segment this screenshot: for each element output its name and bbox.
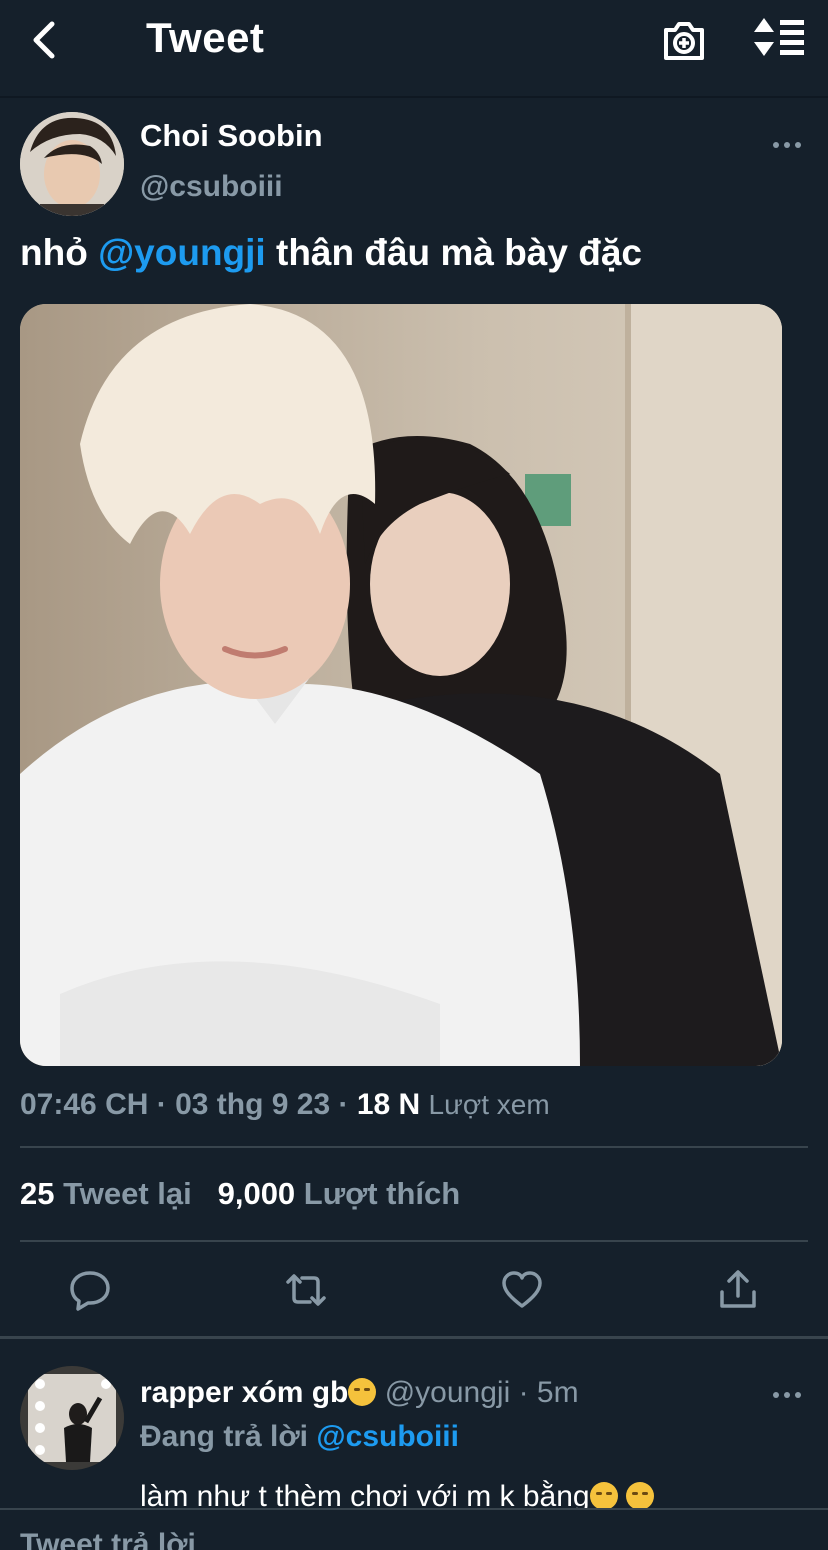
like-button[interactable]	[500, 1268, 544, 1312]
tweet-mention-link[interactable]: @youngji	[98, 232, 266, 273]
author-handle[interactable]: @csuboiii	[140, 170, 283, 204]
reply-author-avatar[interactable]	[20, 1366, 124, 1470]
more-dots-icon	[773, 1392, 801, 1398]
camera-plus-icon	[664, 22, 704, 60]
more-options-button[interactable]	[770, 130, 804, 160]
tweet-detail-screen: Tweet Choi Soobin @csuboiii nhỏ @youngji…	[0, 0, 828, 1550]
replying-to-handle[interactable]: @csuboiii	[316, 1420, 459, 1453]
camera-button[interactable]	[660, 16, 708, 64]
divider	[20, 1146, 808, 1148]
tweet-text: nhỏ @youngji thân đâu mà bày đặc	[20, 232, 642, 274]
replying-to-label: Đang trả lời	[140, 1420, 309, 1453]
section-divider	[0, 1336, 828, 1339]
retweet-icon	[286, 1274, 326, 1306]
tweet-text-after: thân đâu mà bày đặc	[265, 232, 642, 273]
top-bar: Tweet	[0, 0, 828, 98]
heart-icon	[502, 1271, 542, 1308]
reply-compose-placeholder: Tweet trả lời	[20, 1528, 196, 1550]
chevron-left-icon	[33, 21, 55, 59]
page-title: Tweet	[146, 14, 265, 61]
reply-more-options-button[interactable]	[770, 1380, 804, 1410]
views-label: Lượt xem	[428, 1089, 550, 1120]
likes-label[interactable]: Lượt thích	[304, 1176, 460, 1211]
share-icon	[720, 1270, 756, 1308]
tweet-stats: 25 Tweet lại 9,000 Lượt thích	[20, 1176, 460, 1212]
smirk-emoji-icon	[625, 1482, 654, 1510]
reply-button[interactable]	[68, 1268, 112, 1312]
share-button[interactable]	[716, 1268, 760, 1312]
author-avatar-photo	[20, 112, 124, 216]
reply-compose-bar[interactable]: Tweet trả lời	[0, 1508, 828, 1550]
retweets-label[interactable]: Tweet lại	[63, 1176, 192, 1211]
reply-avatar-photo	[20, 1366, 124, 1470]
reply-author-handle[interactable]: @youngji	[385, 1376, 511, 1409]
retweet-button[interactable]	[284, 1268, 328, 1312]
more-dots-icon	[773, 142, 801, 148]
sort-list-icon	[754, 18, 804, 56]
back-button[interactable]	[26, 18, 66, 62]
tweet-photo-image	[20, 304, 782, 1066]
views-count: 18 N	[356, 1088, 421, 1121]
reply-time: 5m	[536, 1376, 579, 1409]
author-name[interactable]: Choi Soobin	[140, 118, 323, 154]
tweet-date: 03 thg 9 23	[175, 1088, 331, 1121]
replying-to: Đang trả lời @csuboiii	[140, 1420, 459, 1454]
reply-icon	[70, 1271, 110, 1311]
tweet-time: 07:46 CH	[20, 1088, 149, 1121]
reply-header: rapper xóm gb @youngji · 5m	[140, 1376, 579, 1410]
tweet-text-before: nhỏ	[20, 232, 99, 273]
tweet-meta: 07:46 CH · 03 thg 9 23 · 18 N Lượt xem	[20, 1088, 550, 1121]
retweets-count[interactable]: 25	[20, 1176, 54, 1211]
divider	[20, 1240, 808, 1242]
reply-author-name[interactable]: rapper xóm gb	[140, 1376, 348, 1409]
smirk-emoji-icon	[589, 1482, 618, 1510]
author-avatar[interactable]	[20, 112, 124, 216]
smirk-emoji-icon	[348, 1378, 377, 1406]
sort-replies-button[interactable]	[752, 16, 806, 64]
reply-separator: ·	[510, 1376, 537, 1409]
tweet-photo[interactable]	[20, 304, 782, 1066]
likes-count[interactable]: 9,000	[218, 1176, 296, 1211]
